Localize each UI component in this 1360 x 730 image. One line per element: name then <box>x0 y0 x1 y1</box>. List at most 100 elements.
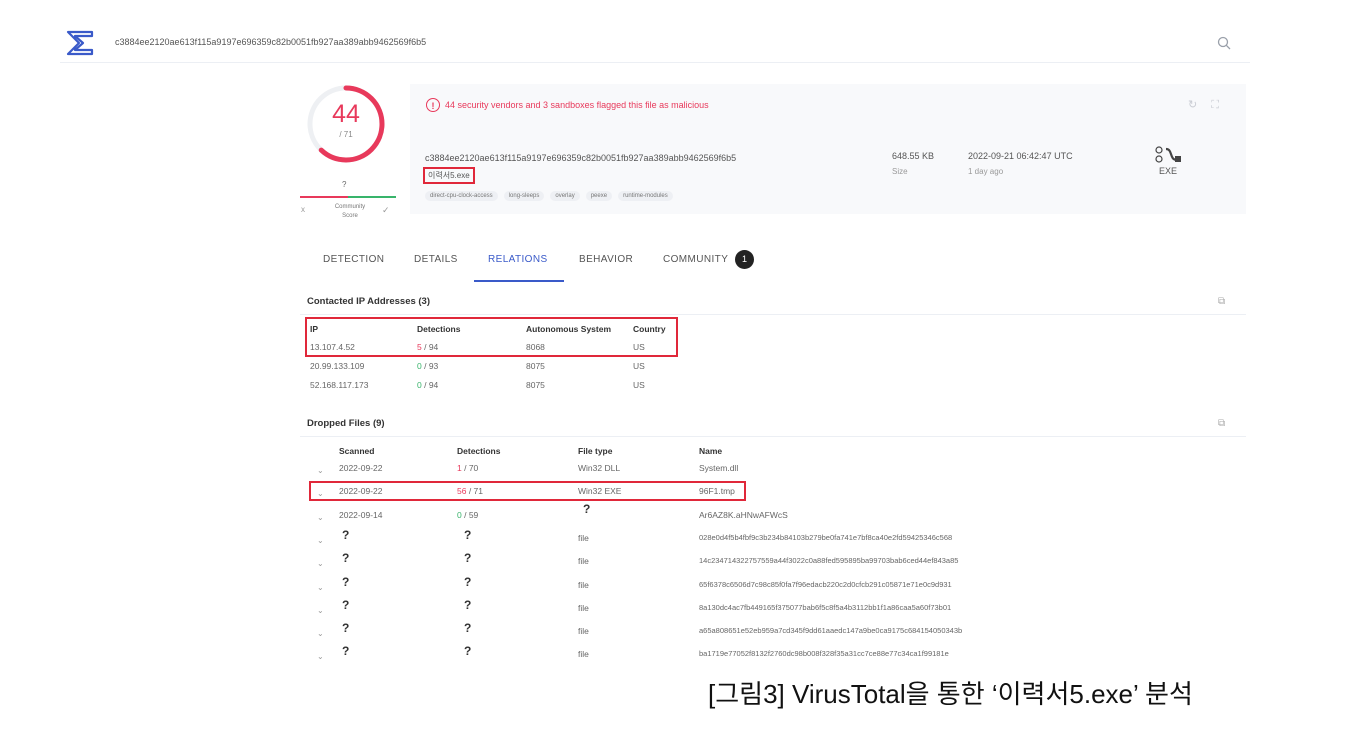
expand-chevron-icon[interactable]: ⌄ <box>317 559 324 568</box>
file-type: ? <box>583 501 591 516</box>
column-header-name[interactable]: Name <box>699 446 722 456</box>
column-header-detections[interactable]: Detections <box>457 446 500 456</box>
malicious-warning: 44 security vendors and 3 sandboxes flag… <box>445 100 709 110</box>
expand-chevron-icon[interactable]: ⌄ <box>317 466 324 475</box>
warning-icon: ! <box>426 98 440 112</box>
column-header-file-type[interactable]: File type <box>578 446 612 456</box>
detections-hit: ? <box>464 574 472 589</box>
file-size-label: Size <box>892 167 908 176</box>
file-detections: 0 / 59 <box>457 510 478 520</box>
file-type: file <box>578 579 589 590</box>
country: US <box>633 361 645 371</box>
file-tag[interactable]: overlay <box>550 191 580 201</box>
file-name-link[interactable]: ba1719e77052f8132f2760dc98b008f328f35a31… <box>699 649 949 658</box>
file-type-label: EXE <box>1159 166 1178 176</box>
autonomous-system[interactable]: 8075 <box>526 361 545 371</box>
copy-icon[interactable]: ⧉ <box>1218 296 1225 307</box>
ip-detections: 0 / 94 <box>417 380 438 390</box>
scanned-date: 2022-09-14 <box>339 509 383 520</box>
file-type: file <box>578 556 589 567</box>
file-type: file <box>578 626 589 637</box>
detections-hit: ? <box>464 597 472 612</box>
summary-action-icons[interactable]: ↻⛶ <box>1188 98 1233 112</box>
community-count-badge: 1 <box>735 250 754 269</box>
highlight-box-dropped-file <box>309 481 746 501</box>
detections-total: / 93 <box>421 361 439 371</box>
analysis-date-relative: 1 day ago <box>968 167 1004 176</box>
file-tag[interactable]: peexe <box>585 191 613 201</box>
section-divider <box>300 436 1246 437</box>
file-detections: ? <box>464 551 471 565</box>
detections-hit: ? <box>464 644 472 659</box>
expand-chevron-icon[interactable]: ⌄ <box>317 629 324 638</box>
file-tags: direct-cpu-clock-access long-sleeps overla… <box>425 191 673 201</box>
virustotal-sigma-logo-icon[interactable] <box>65 28 95 58</box>
reanalyze-icon[interactable]: ↻ <box>1188 99 1211 111</box>
ip-address[interactable]: 20.99.133.109 <box>310 361 364 371</box>
file-detections: ? <box>464 598 471 612</box>
detections-total: / 59 <box>461 509 479 520</box>
expand-chevron-icon[interactable]: ⌄ <box>317 606 324 615</box>
file-tag[interactable]: long-sleeps <box>503 191 545 201</box>
detections-total: / 70 <box>461 463 479 473</box>
country: US <box>633 380 645 390</box>
search-icon[interactable] <box>1216 35 1232 51</box>
detection-count: 44 <box>332 100 360 128</box>
figure-caption: [그림3] VirusTotal을 통한 ‘이력서5.exe’ 분석 <box>708 679 1193 709</box>
community-score-label: Community Score <box>334 204 366 219</box>
analysis-date: 2022-09-21 06:42:47 UTC <box>968 151 1073 161</box>
file-name-link[interactable]: 8a130dc4ac7fb449165f375077bab6f5c8f5a4b3… <box>699 603 951 612</box>
file-detections: ? <box>464 528 471 542</box>
expand-chevron-icon[interactable]: ⌄ <box>317 652 324 661</box>
file-tag[interactable]: runtime-modules <box>618 191 673 201</box>
file-name-link[interactable]: 028e0d4f5b4fbf9c3b234b84103b279be0fa741e… <box>699 533 952 542</box>
ip-detections: 0 / 93 <box>417 361 438 371</box>
ip-address[interactable]: 52.168.117.173 <box>310 380 368 390</box>
tab-behavior[interactable]: BEHAVIOR <box>579 254 633 265</box>
tab-detection[interactable]: DETECTION <box>323 254 384 265</box>
file-tag[interactable]: direct-cpu-clock-access <box>425 191 498 201</box>
file-name-link[interactable]: 65f6378c6506d7c98c85f0fa7f96edacb220c2d0… <box>699 580 952 589</box>
expand-chevron-icon[interactable]: ⌄ <box>317 513 324 522</box>
upvote-icon[interactable]: ✓ <box>382 205 390 216</box>
file-detections: ? <box>464 575 471 589</box>
tab-community[interactable]: COMMUNITY <box>663 254 728 265</box>
detections-hit: ? <box>464 551 472 566</box>
downvote-icon[interactable]: x <box>301 205 305 214</box>
file-type: file <box>578 602 589 613</box>
scanned-date: ? <box>342 574 350 589</box>
file-type: file <box>578 649 589 660</box>
file-name-link[interactable]: Ar6AZ8K.aHNwAFWcS <box>699 510 788 520</box>
tab-details[interactable]: DETAILS <box>414 254 458 265</box>
file-detections: ? <box>464 621 471 635</box>
detections-total: / 94 <box>421 380 439 390</box>
file-name: 이력서5.exe <box>423 167 475 184</box>
expand-chevron-icon[interactable]: ⌄ <box>317 583 324 592</box>
tab-relations[interactable]: RELATIONS <box>488 254 548 265</box>
scanned-date: ? <box>342 621 350 636</box>
file-type: Win32 DLL <box>578 463 621 473</box>
file-type: file <box>578 532 589 543</box>
highlight-box-ip <box>305 317 678 357</box>
top-search-bar: c3884ee2120ae613f115a9197e696359c82b0051… <box>60 24 1250 63</box>
file-detections: 1 / 70 <box>457 463 478 473</box>
graph-view-icon[interactable]: ⛶ <box>1211 99 1233 111</box>
community-score-value: ? <box>342 180 347 189</box>
copy-icon[interactable]: ⧉ <box>1218 418 1225 429</box>
column-header-scanned[interactable]: Scanned <box>339 446 374 456</box>
file-name-link[interactable]: 14c234714322757559a44f3022c0a88fed595895… <box>699 556 958 565</box>
detections-hit: ? <box>464 527 472 542</box>
search-hash-value[interactable]: c3884ee2120ae613f115a9197e696359c82b0051… <box>115 37 426 47</box>
file-detections: ? <box>464 644 471 658</box>
scanned-date: ? <box>342 527 350 542</box>
file-name-link[interactable]: a65a808651e52eb959a7cd345f9dd61aaedc147a… <box>699 626 962 635</box>
detections-hit: ? <box>464 621 472 636</box>
contacted-ips-title: Contacted IP Addresses (3) <box>307 296 431 307</box>
scanned-date: 2022-09-22 <box>339 463 383 473</box>
file-hash: c3884ee2120ae613f115a9197e696359c82b0051… <box>425 153 737 163</box>
expand-chevron-icon[interactable]: ⌄ <box>317 536 324 545</box>
autonomous-system[interactable]: 8075 <box>526 380 545 390</box>
scanned-date: ? <box>342 644 350 659</box>
file-name-link[interactable]: System.dll <box>699 463 738 473</box>
active-tab-indicator <box>474 280 564 282</box>
